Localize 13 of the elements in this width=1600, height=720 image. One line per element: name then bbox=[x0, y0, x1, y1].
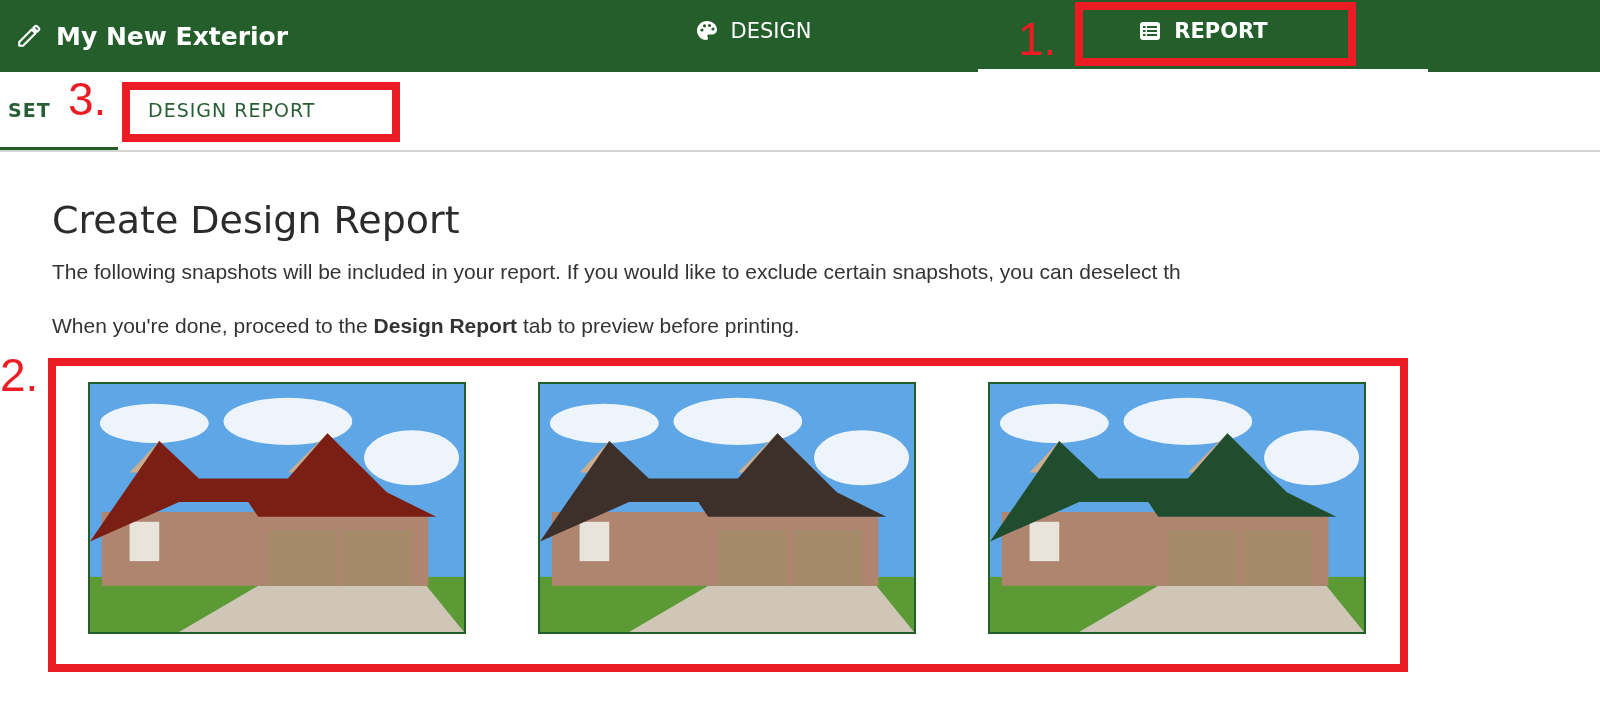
instruction-text: When you're done, proceed to the Design Report tab to preview before printing. bbox=[52, 314, 801, 338]
nav-tab[interactable]: DESIGN bbox=[528, 0, 978, 72]
annotation-number: 1. bbox=[1018, 16, 1057, 62]
project-title: My New Exterior bbox=[56, 21, 289, 51]
page-heading: Create Design Report bbox=[52, 198, 461, 242]
instruction-text: The following snapshots will be included in your report. If you would like to exclude certain snapshots, you can deselect th bbox=[52, 260, 1182, 284]
annotation-number: 2. bbox=[0, 352, 39, 398]
snapshot-thumbnail[interactable] bbox=[988, 382, 1366, 634]
pencil-icon[interactable] bbox=[16, 23, 42, 49]
sub-tab[interactable]: DESIGN REPORT bbox=[118, 72, 346, 150]
snapshot-thumbnail[interactable] bbox=[88, 382, 466, 634]
palette-icon bbox=[694, 18, 719, 43]
snapshot-thumbnail[interactable] bbox=[538, 382, 916, 634]
